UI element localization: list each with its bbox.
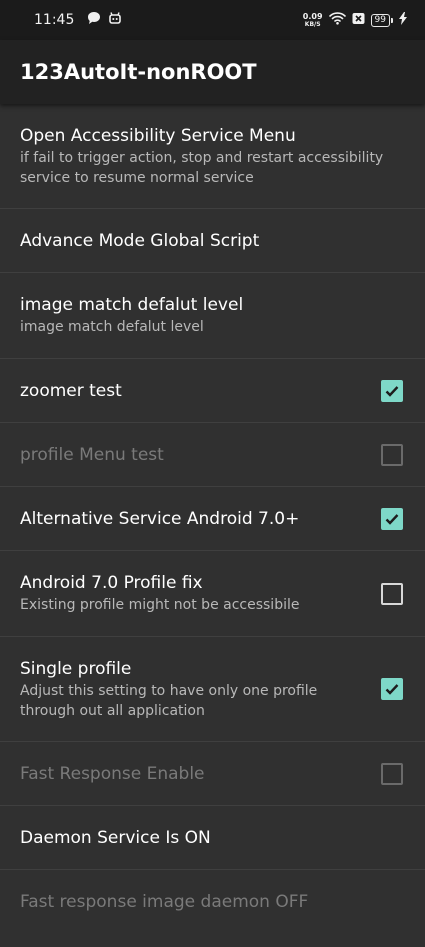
- setting-title: image match defalut level: [20, 295, 244, 315]
- no-sim-icon: [352, 12, 365, 29]
- setting-fast-response-image-daemon: Fast response image daemon OFF: [0, 870, 425, 934]
- battery-indicator: 99: [370, 13, 393, 27]
- fast-response-enable-checkbox: [381, 762, 403, 785]
- status-time: 11:45: [34, 12, 75, 28]
- android-7-profile-fix-checkbox[interactable]: [381, 582, 403, 605]
- setting-subtitle: Existing profile might not be accessibil…: [20, 597, 300, 613]
- setting-title: Open Accessibility Service Menu: [20, 125, 296, 146]
- setting-title: Fast Response Enable: [20, 763, 205, 784]
- charging-icon: [399, 11, 407, 29]
- setting-title: zoomer test: [20, 380, 122, 401]
- setting-subtitle: if fail to trigger action, stop and rest…: [20, 149, 384, 186]
- setting-image-match-level[interactable]: image match defalut level image match de…: [0, 273, 425, 359]
- setting-subtitle: image match defalut level: [20, 319, 204, 335]
- network-speed: 0.09 KB/S: [302, 11, 323, 28]
- setting-profile-menu-test: profile Menu test: [0, 423, 425, 487]
- profile-menu-test-checkbox: [381, 443, 403, 466]
- setting-open-accessibility-menu[interactable]: Open Accessibility Service Menu if fail …: [0, 104, 425, 209]
- setting-title: Single profile: [20, 658, 132, 679]
- setting-title: Android 7.0 Profile fix: [20, 573, 203, 593]
- single-profile-checkbox[interactable]: [381, 678, 403, 700]
- app-bar: 123AutoIt-nonROOT: [0, 40, 425, 104]
- setting-single-profile[interactable]: Single profile Adjust this setting to ha…: [0, 637, 425, 742]
- setting-title: Advance Mode Global Script: [20, 230, 260, 251]
- setting-alternative-service[interactable]: Alternative Service Android 7.0+: [0, 487, 425, 551]
- setting-title: profile Menu test: [20, 444, 164, 465]
- wifi-icon: [328, 11, 346, 29]
- setting-title: Alternative Service Android 7.0+: [20, 508, 300, 529]
- alternative-service-checkbox[interactable]: [381, 507, 403, 530]
- setting-daemon-service[interactable]: Daemon Service Is ON: [0, 806, 425, 870]
- setting-title: Fast response image daemon OFF: [20, 892, 309, 912]
- robot-notification-icon: [108, 11, 122, 29]
- chat-notification-icon: [86, 10, 102, 30]
- setting-subtitle: Adjust this setting to have only one pro…: [20, 682, 318, 719]
- setting-title: Daemon Service Is ON: [20, 827, 211, 848]
- zoomer-test-checkbox[interactable]: [381, 379, 403, 402]
- setting-advance-mode-global-script[interactable]: Advance Mode Global Script: [0, 209, 425, 273]
- settings-list: Open Accessibility Service Menu if fail …: [0, 104, 425, 934]
- app-title: 123AutoIt-nonROOT: [20, 60, 257, 84]
- setting-zoomer-test[interactable]: zoomer test: [0, 359, 425, 423]
- status-bar: 11:45 0.09 KB/S 99: [0, 0, 425, 40]
- setting-android-7-profile-fix[interactable]: Android 7.0 Profile fix Existing profile…: [0, 551, 425, 637]
- setting-fast-response-enable: Fast Response Enable: [0, 742, 425, 806]
